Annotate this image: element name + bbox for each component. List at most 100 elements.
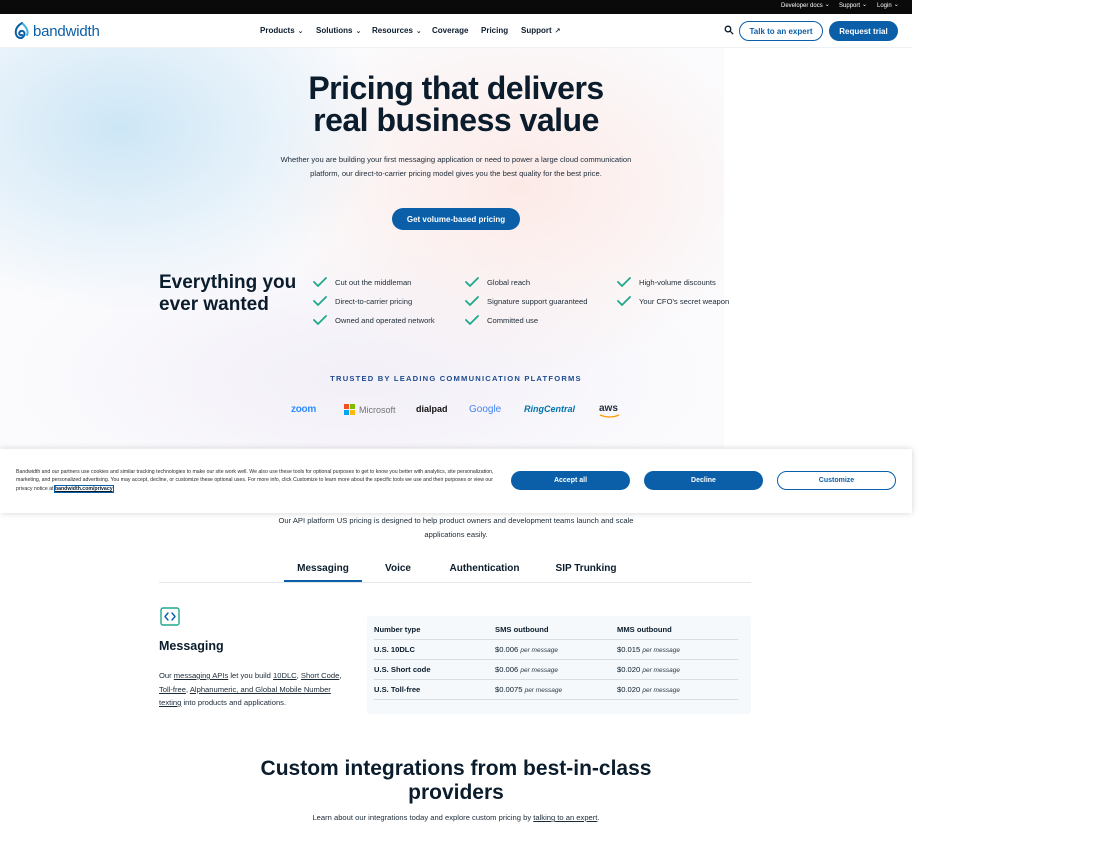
talking-to-expert-link[interactable]: talking to an expert: [533, 813, 597, 822]
brand-name: bandwidth: [33, 22, 100, 40]
nav-pricing[interactable]: Pricing: [481, 26, 508, 35]
nav-support[interactable]: Support ↗: [521, 26, 561, 35]
feature-item: Owned and operated network: [313, 315, 435, 325]
login-link[interactable]: Login ⌄: [877, 2, 899, 9]
pricing-subtitle: Our API platform US pricing is designed …: [278, 516, 634, 539]
custom-integrations-subtitle: Learn about our integrations today and e…: [200, 813, 712, 822]
microsoft-logo: Microsoft: [344, 404, 396, 415]
zoom-logo-text: zoom: [291, 404, 316, 415]
nav-resources[interactable]: Resources ⌄: [372, 26, 422, 35]
per-message-label: per message: [642, 647, 680, 654]
developer-docs-label: Developer docs: [781, 2, 823, 9]
feature-label: Direct-to-carrier pricing: [335, 296, 413, 306]
login-label: Login: [877, 2, 892, 9]
ringcentral-logo: RingCentral: [524, 404, 575, 414]
decline-button[interactable]: Decline: [644, 471, 763, 490]
nav-resources-label: Resources: [372, 26, 413, 35]
messaging-description: Our messaging APIs let you build 10DLC, …: [159, 669, 349, 710]
ringcentral-logo-text: RingCentral: [524, 404, 576, 414]
feature-item: Direct-to-carrier pricing: [313, 296, 412, 306]
text-fragment: Learn about our integrations today and e…: [312, 813, 532, 822]
feature-label: Signature support guaranteed: [487, 296, 588, 306]
microsoft-squares-icon: [344, 404, 355, 415]
bandwidth-logo-icon: [14, 22, 29, 39]
pricing-tabs: Messaging Voice Authentication SIP Trunk…: [159, 558, 751, 583]
feature-label: Your CFO's secret weapon: [639, 296, 730, 306]
checkmark-icon: [313, 277, 327, 287]
tab-sip-trunking[interactable]: SIP Trunking: [548, 563, 624, 574]
talk-to-expert-button[interactable]: Talk to an expert: [739, 21, 823, 41]
feature-label: Committed use: [487, 315, 539, 325]
10dlc-link[interactable]: 10DLC: [273, 671, 297, 680]
checkmark-icon: [465, 296, 479, 306]
microsoft-logo-text: Microsoft: [359, 404, 396, 415]
messaging-heading: Messaging: [159, 639, 224, 653]
accept-all-button[interactable]: Accept all: [511, 471, 630, 490]
search-icon[interactable]: [724, 25, 734, 35]
table-header-row: Number type SMS outbound MMS outbound: [374, 620, 738, 640]
nav-coverage[interactable]: Coverage: [432, 26, 468, 35]
nav-pricing-label: Pricing: [481, 26, 509, 35]
chevron-down-icon: ⌄: [862, 2, 868, 8]
bandwidth-logo[interactable]: bandwidth: [14, 22, 100, 40]
text-fragment: ,: [339, 671, 342, 680]
tab-authentication[interactable]: Authentication: [439, 563, 530, 574]
aws-logo: aws: [599, 403, 621, 418]
checkmark-icon: [617, 296, 631, 306]
mms-price: $0.015: [617, 645, 641, 654]
hero-subtitle: Whether you are building your first mess…: [280, 155, 632, 178]
customize-button[interactable]: Customize: [777, 471, 896, 490]
feature-item: Committed use: [465, 315, 538, 325]
nav-products[interactable]: Products ⌄: [260, 26, 304, 35]
trusted-by-label: TRUSTED BY LEADING COMMUNICATION PLATFOR…: [330, 374, 582, 383]
per-message-label: per message: [520, 647, 558, 654]
number-type-cell: U.S. Toll-free: [374, 685, 421, 694]
sms-price: $0.006: [495, 645, 519, 654]
chevron-down-icon: ⌄: [415, 27, 422, 35]
custom-heading-line2: providers: [408, 781, 504, 804]
request-trial-button[interactable]: Request trial: [829, 21, 898, 41]
number-type-cell: U.S. 10DLC: [374, 645, 415, 654]
google-logo: Google: [469, 404, 501, 415]
dialpad-logo: dialpad: [416, 404, 448, 414]
messaging-apis-link[interactable]: messaging APIs: [174, 671, 228, 680]
feature-item: High-volume discounts: [617, 277, 716, 287]
number-type-cell: U.S. Short code: [374, 665, 431, 674]
text-fragment: let you build: [230, 671, 271, 680]
text-fragment: .: [597, 813, 600, 822]
developer-docs-link[interactable]: Developer docs ⌄: [781, 2, 830, 9]
sms-price: $0.0075: [495, 685, 523, 694]
cookie-text: Bandwidth and our partners use cookies a…: [16, 468, 494, 493]
toll-free-link[interactable]: Toll-free: [159, 685, 186, 694]
mms-price: $0.020: [617, 685, 641, 694]
feature-label: Global reach: [487, 277, 531, 287]
table-row: U.S. Toll-free $0.0075 per message $0.02…: [374, 680, 738, 700]
custom-integrations-heading: Custom integrations from best-in-class p…: [256, 757, 656, 805]
utility-bar: Developer docs ⌄ Support ⌄ Login ⌄: [0, 0, 912, 14]
tab-voice[interactable]: Voice: [373, 563, 423, 574]
privacy-link[interactable]: bandwidth.com/privacy: [53, 484, 114, 493]
short-code-link[interactable]: Short Code: [301, 671, 339, 680]
text-fragment: ,: [296, 671, 299, 680]
mms-price: $0.020: [617, 665, 641, 674]
feature-item: Global reach: [465, 277, 530, 287]
checkmark-icon: [313, 315, 327, 325]
column-header: Number type: [374, 625, 421, 634]
feature-label: Cut out the middleman: [335, 277, 412, 287]
nav-solutions[interactable]: Solutions ⌄: [316, 26, 361, 35]
per-message-label: per message: [520, 667, 558, 674]
chevron-down-icon: ⌄: [355, 27, 362, 35]
checkmark-icon: [465, 277, 479, 287]
support-link[interactable]: Support ⌄: [839, 2, 867, 9]
table-row: U.S. Short code $0.006 per message $0.02…: [374, 660, 738, 680]
chevron-down-icon: ⌄: [824, 2, 830, 8]
chevron-down-icon: ⌄: [297, 27, 304, 35]
hero-title-line2: real business value: [313, 102, 599, 138]
external-link-icon: ↗: [554, 27, 561, 35]
per-message-label: per message: [524, 687, 563, 694]
get-volume-pricing-button[interactable]: Get volume-based pricing: [392, 208, 520, 230]
code-brackets-icon: [160, 607, 180, 626]
custom-heading-line1: Custom integrations from best-in-class: [260, 757, 652, 780]
tab-messaging[interactable]: Messaging: [284, 563, 362, 582]
dialpad-logo-text: dialpad: [416, 404, 448, 414]
